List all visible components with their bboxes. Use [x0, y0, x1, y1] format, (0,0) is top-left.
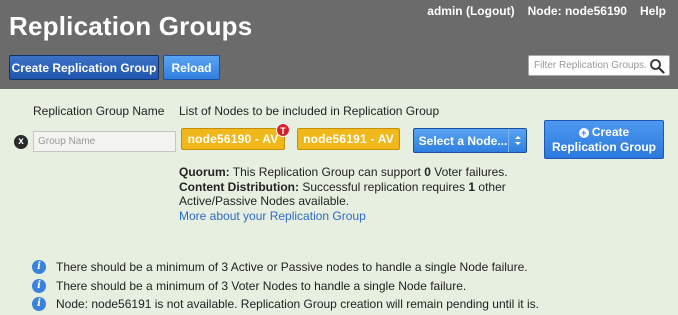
create-button-line2: Replication Group — [551, 139, 656, 154]
warning-note: i There should be a minimum of 3 Active … — [32, 260, 528, 274]
warning-note: i Node: node56191 is not available. Repl… — [32, 297, 539, 311]
create-replication-group-button[interactable]: Create Replication Group — [9, 55, 159, 80]
create-button-line1: + Create — [578, 125, 629, 140]
node-select-label: Select a Node... — [418, 133, 508, 148]
reload-button[interactable]: Reload — [163, 55, 220, 80]
content-distribution-info: Content Distribution: Successful replica… — [179, 180, 506, 194]
group-name-input[interactable] — [33, 131, 176, 152]
remove-row-icon[interactable]: x — [14, 135, 28, 149]
group-name-column-header: Replication Group Name — [33, 104, 165, 118]
updown-caret-icon — [508, 129, 526, 152]
info-icon: i — [32, 279, 46, 293]
info-icon: i — [32, 260, 46, 274]
content-distribution-info-cont: Active/Passive Nodes available. — [179, 194, 350, 208]
node-chip[interactable]: node56190 - AV — [181, 128, 285, 150]
search-icon[interactable] — [649, 58, 665, 74]
more-about-group-link[interactable]: More about your Replication Group — [179, 209, 366, 223]
help-link[interactable]: Help — [640, 4, 666, 18]
info-icon: i — [32, 297, 46, 311]
node-type-badge: T — [276, 123, 290, 137]
current-node-label: Node: node56190 — [527, 4, 627, 18]
app-header: Replication Groups admin (Logout) Node: … — [0, 0, 678, 89]
node-select-dropdown[interactable]: Select a Node... — [413, 128, 527, 153]
node-list-column-header: List of Nodes to be included in Replicat… — [179, 104, 440, 118]
logout-link[interactable]: admin (Logout) — [427, 4, 514, 18]
filter-input[interactable] — [529, 56, 647, 75]
warning-note: i There should be a minimum of 3 Voter N… — [32, 279, 466, 293]
top-nav: admin (Logout) Node: node56190 Help — [427, 4, 666, 18]
quorum-info: Quorum: This Replication Group can suppo… — [179, 165, 508, 179]
create-group-submit-button[interactable]: + Create Replication Group — [544, 120, 664, 159]
node-chip[interactable]: node56191 - AV — [297, 128, 400, 150]
page-title: Replication Groups — [9, 11, 253, 41]
filter-search-box — [528, 55, 670, 76]
plus-icon: + — [578, 127, 589, 138]
